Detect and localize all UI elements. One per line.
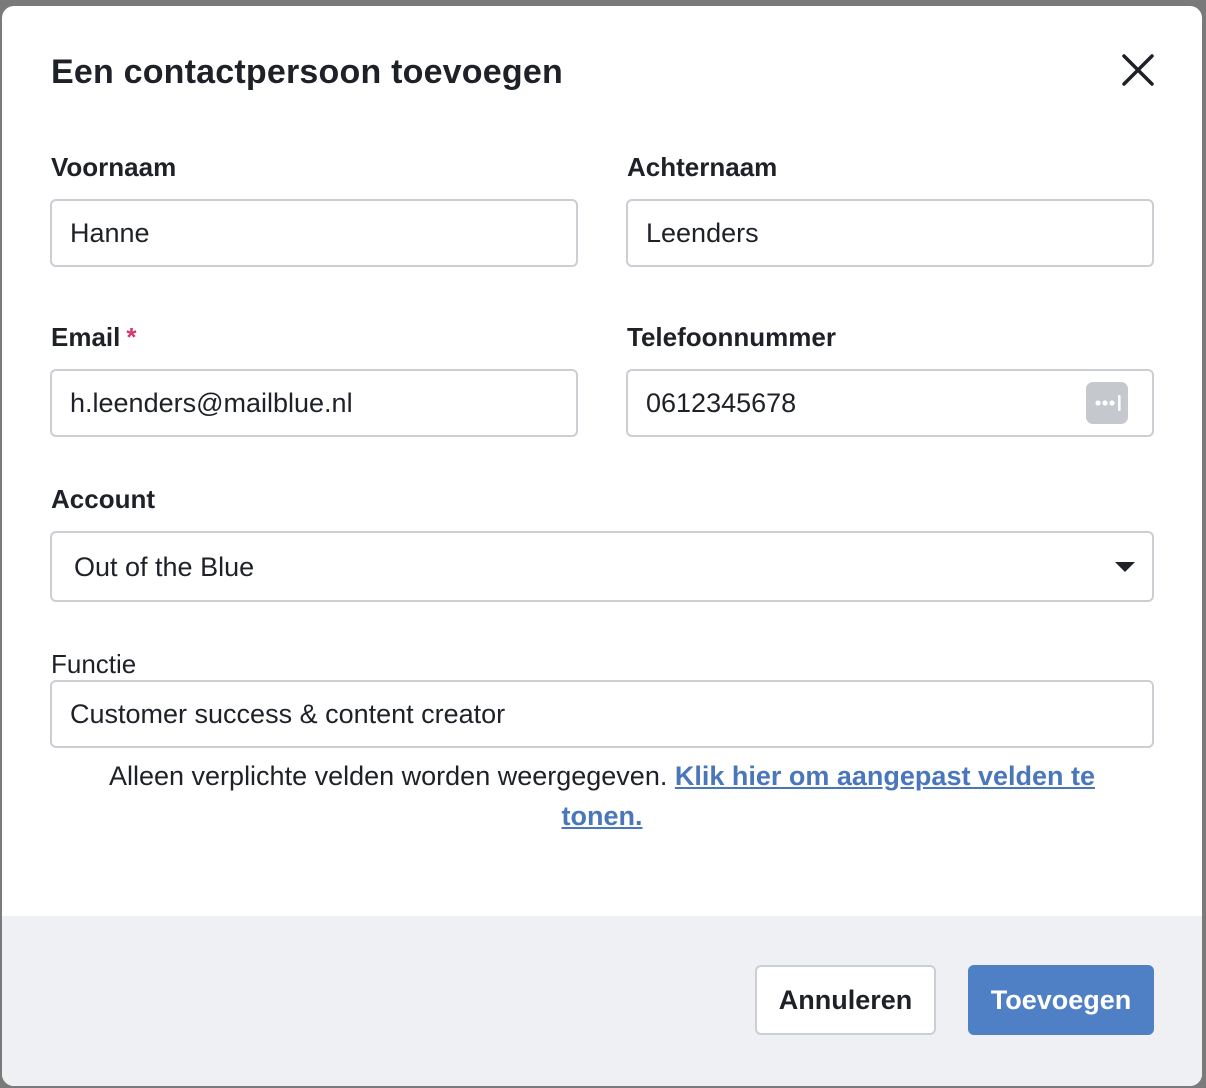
caret-down-icon (1115, 562, 1135, 572)
custom-fields-hint: Alleen verplichte velden worden weergege… (82, 756, 1122, 836)
email-label-text: Email (51, 322, 121, 352)
account-select-value: Out of the Blue (74, 552, 255, 582)
phone-autofill-button[interactable] (1086, 382, 1128, 424)
phone-label: Telefoonnummer (627, 322, 836, 352)
first-name-label: Voornaam (51, 152, 177, 182)
function-input[interactable] (50, 680, 1154, 748)
function-label: Functie (51, 649, 137, 679)
email-input[interactable] (50, 369, 578, 437)
last-name-label: Achternaam (627, 152, 778, 182)
account-select[interactable]: Out of the Blue (50, 531, 1154, 602)
close-button[interactable] (1116, 48, 1160, 92)
first-name-input[interactable] (50, 199, 578, 267)
email-label: Email * (51, 322, 137, 353)
password-dots-icon (1095, 395, 1121, 411)
hint-text: Alleen verplichte velden worden weergege… (108, 761, 668, 791)
add-button[interactable]: Toevoegen (968, 965, 1154, 1035)
phone-input[interactable] (626, 369, 1154, 437)
account-label: Account (51, 484, 155, 514)
required-marker: * (126, 322, 137, 352)
dialog-footer: Annuleren Toevoegen (2, 916, 1202, 1086)
add-contact-dialog: Een contactpersoon toevoegen Voornaam Ac… (2, 6, 1202, 1086)
dialog-title: Een contactpersoon toevoegen (51, 53, 563, 91)
last-name-input[interactable] (626, 199, 1154, 267)
cancel-button[interactable]: Annuleren (755, 965, 936, 1035)
close-icon (1122, 54, 1154, 86)
